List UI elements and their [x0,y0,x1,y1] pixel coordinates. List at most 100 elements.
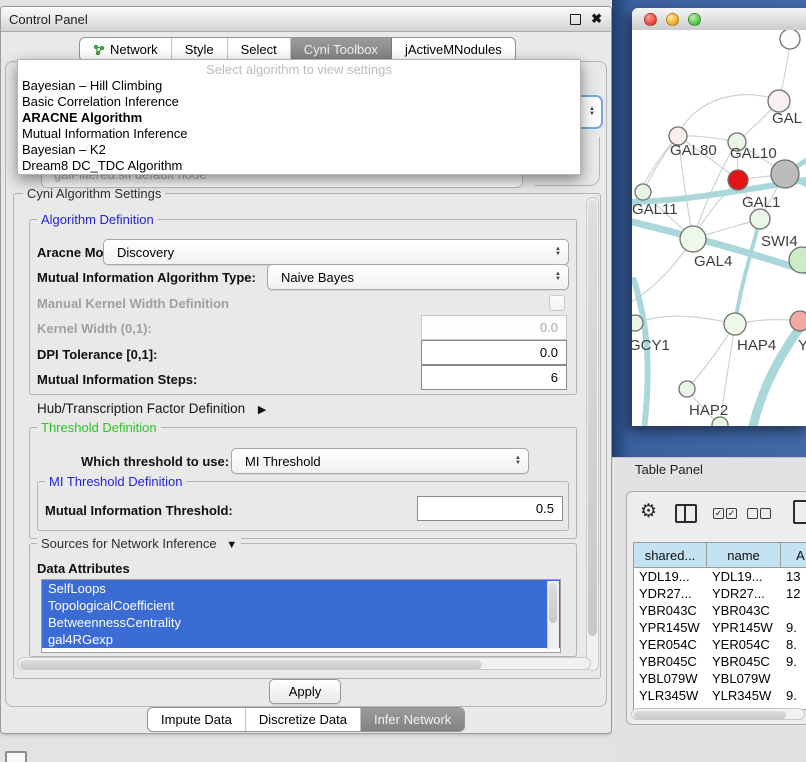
expanded-arrow-icon[interactable]: ▼ [226,539,237,551]
network-node-gcy1[interactable] [632,315,643,331]
minimize-window-button[interactable] [666,13,679,26]
network-node-hap4[interactable] [724,313,746,335]
float-window-icon[interactable] [570,14,581,25]
tab-cyni-toolbox[interactable]: Cyni Toolbox [291,38,392,61]
network-node-hap2[interactable] [679,381,695,397]
mi-threshold-field[interactable]: 0.5 [417,496,563,521]
table-row[interactable]: YBL079WYBL079W [634,670,806,687]
tab-label: Cyni Toolbox [304,42,378,57]
select-all-columns-icon[interactable]: ✓ [713,508,724,519]
manual-kernel-checkbox[interactable] [549,295,565,311]
network-icon [93,44,105,56]
table-cell: YER054C [707,637,781,652]
close-panel-icon[interactable]: ✖ [591,11,602,27]
column-header-name[interactable]: name [707,543,781,567]
table-cell: 9. [781,654,806,669]
column-header-shared-[interactable]: shared... [634,543,707,567]
deselect-all-columns-icon-2[interactable] [760,508,771,519]
function-builder-icon[interactable] [793,500,806,524]
table-cell: YER054C [634,637,707,652]
tab-network[interactable]: Network [80,38,172,61]
network-node[interactable] [728,170,748,190]
collapsed-arrow-icon[interactable]: ▶ [258,404,266,416]
network-node-gal1[interactable] [750,209,770,229]
hub-definition-label: Hub/Transcription Factor Definition [37,401,245,416]
algorithm-option-dream8-dc-tdc-algorithm[interactable]: Dream8 DC_TDC Algorithm [18,158,580,174]
table-cell: YBR045C [634,654,707,669]
mi-type-combo[interactable]: Naive Bayes ▲▼ [267,264,569,290]
network-node[interactable] [780,30,800,49]
algorithm-option-basic-correlation-inference[interactable]: Basic Correlation Inference [18,94,580,110]
table-row[interactable]: YPR145WYPR145W9. [634,619,806,636]
aracne-mode-combo[interactable]: Discovery ▲▼ [103,239,569,265]
table-cell: YPR145W [707,620,781,635]
algorithm-option-mutual-information-inference[interactable]: Mutual Information Inference [18,126,580,142]
data-attribute-option-betweennesscentrality[interactable]: BetweennessCentrality [42,614,560,631]
show-columns-icon[interactable] [675,504,697,523]
table-row[interactable]: YDR27...YDR27...12 [634,585,806,602]
hub-definition-expander[interactable]: Hub/Transcription Factor Definition ▶ [37,401,266,416]
data-attribute-option-topologicalcoefficient[interactable]: TopologicalCoefficient [42,597,560,614]
tab-select[interactable]: Select [228,38,291,61]
dpi-tolerance-field[interactable]: 0.0 [421,340,567,365]
table-row[interactable]: YER054CYER054C8. [634,636,806,653]
algorithm-option-bayesian-hill-climbing[interactable]: Bayesian – Hill Climbing [18,78,580,94]
taskbar-window-icon[interactable] [5,751,27,762]
column-header-a[interactable]: A [781,543,806,567]
algorithm-option-bayesian-k2[interactable]: Bayesian – K2 [18,142,580,158]
table-row[interactable]: YBR043CYBR043C [634,602,806,619]
stepper-icon: ▲▼ [555,272,561,283]
network-edge[interactable] [687,324,735,389]
network-node-gal[interactable] [768,90,790,112]
close-window-button[interactable] [644,13,657,26]
mi-steps-field[interactable]: 6 [421,365,567,390]
data-attribute-option-gal4rgexp[interactable]: gal4RGexp [42,631,560,648]
network-canvas[interactable]: GALGAL80GAL10GAL1GAL11GAL4SWI4GCY1HAP4YH… [632,30,806,426]
table-horizontal-scrollbar-thumb[interactable] [634,711,786,719]
data-attribute-option-selfloops[interactable]: SelfLoops [42,580,560,597]
table-options-gear-icon[interactable]: ⚙ [640,500,657,523]
sources-expander[interactable]: Sources for Network Inference ▼ [37,536,241,551]
tab-jactivemnodules[interactable]: jActiveMNodules [392,38,515,61]
tab-discretize-data[interactable]: Discretize Data [246,708,361,731]
which-threshold-label: Which threshold to use: [81,454,229,469]
node-table: shared...nameA YDL19...YDL19...13YDR27..… [633,542,806,710]
network-edge[interactable] [678,95,779,136]
network-node-gal11[interactable] [635,184,651,200]
settings-horizontal-scrollbar-thumb[interactable] [20,660,482,669]
network-window-titlebar[interactable] [632,8,806,31]
kernel-width-field[interactable]: 0.0 [421,315,567,340]
network-node-label: GAL [772,110,802,127]
table-row[interactable]: YBR045CYBR045C9. [634,653,806,670]
table-row[interactable]: YLR345WYLR345W9. [634,687,806,704]
network-node-y[interactable] [790,311,806,331]
network-edge[interactable] [635,316,735,324]
network-edge[interactable] [735,219,760,324]
settings-vertical-scrollbar-thumb[interactable] [588,200,597,636]
network-node-label: GAL4 [694,253,732,270]
list-vertical-scrollbar-thumb[interactable] [549,583,557,623]
table-body: YDL19...YDL19...13YDR27...YDR27...12YBR0… [634,568,806,710]
apply-button-label: Apply [289,684,322,699]
network-node[interactable] [771,160,799,188]
tab-label: Network [110,42,158,57]
network-node-label: HAP2 [689,402,728,419]
table-row[interactable]: YDL19...YDL19...13 [634,568,806,585]
apply-button[interactable]: Apply [269,679,341,704]
tab-impute-data[interactable]: Impute Data [148,708,246,731]
tab-style[interactable]: Style [172,38,228,61]
table-cell: YBR043C [634,603,707,618]
deselect-all-columns-icon[interactable] [747,508,758,519]
table-panel: ⚙ ✓ ✓ shared...nameA YDL19...YDL19...13Y… [626,491,806,725]
mi-steps-value: 6 [551,370,558,385]
table-cell: YDL19... [707,569,781,584]
select-all-columns-icon-2[interactable]: ✓ [726,508,737,519]
which-threshold-combo[interactable]: MI Threshold ▲▼ [231,448,529,474]
network-node-gal4[interactable] [680,226,706,252]
stepper-icon: ▲ ▼ [589,107,595,118]
algorithm-option-aracne-algorithm[interactable]: ARACNE Algorithm [18,110,580,126]
tab-infer-network[interactable]: Infer Network [361,708,464,731]
threshold-definition-title: Threshold Definition [37,420,161,435]
network-node-label: GAL80 [670,142,717,159]
zoom-window-button[interactable] [688,13,701,26]
